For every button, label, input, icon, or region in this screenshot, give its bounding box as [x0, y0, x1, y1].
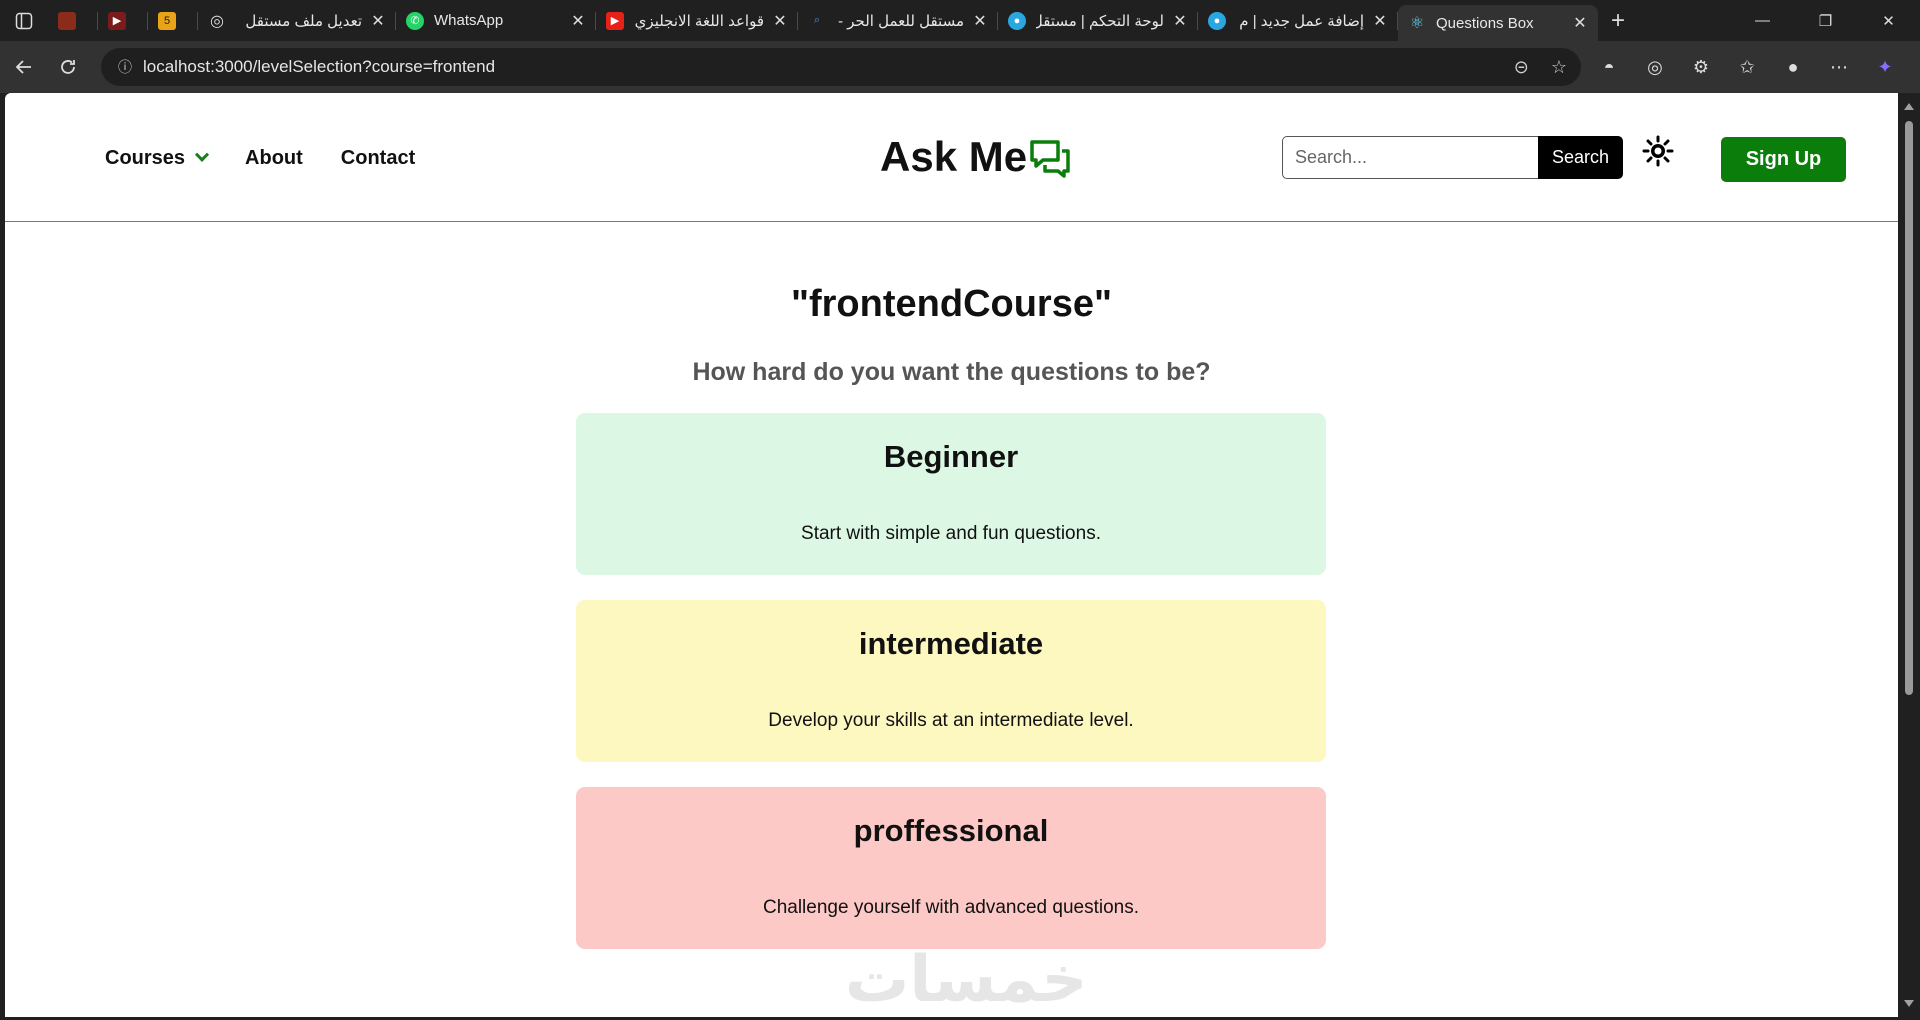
page-viewport: Courses About Contact Ask Me Search... S…: [5, 93, 1898, 1017]
browser-tab-strip: ▶ 5 ◎ تعديل ملف مستقل ✕ ✆ WhatsApp ✕ ▶ ق…: [0, 0, 1920, 41]
tab-close-icon[interactable]: ✕: [370, 11, 386, 31]
search-input[interactable]: [1282, 136, 1538, 179]
tab-close-icon[interactable]: ✕: [772, 11, 788, 31]
tab-1[interactable]: [48, 0, 98, 41]
target-extension-icon[interactable]: ◎: [1641, 57, 1669, 78]
minimize-icon[interactable]: —: [1731, 0, 1794, 41]
tab-9[interactable]: ● إضافة عمل جديد | م ✕: [1198, 0, 1398, 41]
favorite-star-icon[interactable]: ☆: [1551, 57, 1567, 78]
search-button[interactable]: Search: [1538, 136, 1623, 179]
tab-close-icon[interactable]: ✕: [972, 11, 988, 31]
tab-label: إضافة عمل جديد | م: [1239, 12, 1364, 30]
copilot-icon[interactable]: ✦: [1871, 57, 1899, 78]
tab-6[interactable]: ▶ قواعد اللغة الانجليزي ✕: [596, 0, 798, 41]
tab-3[interactable]: 5: [148, 0, 198, 41]
tab-close-icon[interactable]: ✕: [570, 11, 586, 31]
main-nav: Courses About Contact: [105, 147, 453, 170]
nav-contact-link[interactable]: Contact: [341, 147, 415, 170]
site-header: Courses About Contact Ask Me Search... S…: [5, 93, 1898, 222]
mostaql-icon: ●: [1008, 11, 1026, 30]
nav-courses-label: Courses: [105, 147, 186, 169]
back-icon[interactable]: [2, 47, 46, 87]
tab-7[interactable]: ⌕ مستقل للعمل الحر - ✕: [798, 0, 998, 41]
level-description: Challenge yourself with advanced questio…: [762, 897, 1139, 918]
course-title: "frontendCourse": [790, 283, 1113, 325]
tab-5[interactable]: ✆ WhatsApp ✕: [396, 0, 596, 41]
address-bar[interactable]: ⓘ localhost:3000/levelSelection?course=f…: [101, 48, 1581, 86]
tab-label: تعديل ملف مستقل: [245, 12, 362, 30]
scrollbar-thumb[interactable]: [1905, 121, 1913, 695]
level-card-professional[interactable]: proffessional Challenge yourself with ad…: [576, 787, 1326, 949]
page-scrollbar[interactable]: [1898, 93, 1920, 1017]
tab-2[interactable]: ▶: [98, 0, 148, 41]
chat-bubbles-icon: [1030, 140, 1070, 178]
reload-icon[interactable]: [46, 47, 90, 87]
browser-toolbar: ⓘ localhost:3000/levelSelection?course=f…: [0, 41, 1920, 93]
tab-label: قواعد اللغة الانجليزي: [634, 12, 764, 30]
tab-favicon-icon: [58, 11, 76, 30]
nav-courses-dropdown[interactable]: Courses: [105, 147, 210, 170]
sidebar-toggle-icon[interactable]: [0, 0, 48, 41]
close-window-icon[interactable]: ✕: [1857, 0, 1920, 41]
nav-about-link[interactable]: About: [245, 147, 303, 170]
reading-mode-icon[interactable]: ⊝: [1514, 57, 1529, 78]
level-title: Beginner: [883, 439, 1019, 474]
tab-label: مستقل للعمل الحر -: [838, 12, 964, 30]
chatgpt-icon: ◎: [210, 12, 224, 30]
scroll-down-icon[interactable]: [1904, 1000, 1914, 1007]
level-description: Start with simple and fun questions.: [801, 523, 1101, 544]
level-card-beginner[interactable]: Beginner Start with simple and fun quest…: [576, 413, 1326, 575]
mostaql-icon: ●: [1208, 11, 1226, 30]
logo-text: Ask Me: [880, 133, 1028, 180]
react-icon: ⚛: [1409, 15, 1425, 32]
level-description: Develop your skills at an intermediate l…: [768, 710, 1134, 731]
tab-label: WhatsApp: [434, 12, 504, 29]
tab-active[interactable]: ⚛ Questions Box ✕: [1398, 5, 1598, 41]
new-tab-icon[interactable]: +: [1598, 0, 1638, 41]
chevron-down-icon: [194, 147, 210, 162]
level-card-intermediate[interactable]: intermediate Develop your skills at an i…: [576, 600, 1326, 762]
level-title: proffessional: [853, 813, 1049, 848]
youtube-icon: ▶: [108, 11, 126, 30]
search-icon: ⌕: [813, 14, 821, 26]
youtube-icon: ▶: [606, 11, 624, 30]
tab-close-icon[interactable]: ✕: [1172, 11, 1188, 31]
site-info-icon[interactable]: ⓘ: [107, 57, 143, 77]
tab-label: Questions Box: [1436, 14, 1534, 32]
profile-avatar-icon[interactable]: ●: [1779, 57, 1807, 78]
tab-favicon-icon: 5: [158, 11, 176, 30]
more-menu-icon[interactable]: ⋯: [1825, 57, 1853, 78]
tab-4[interactable]: ◎ تعديل ملف مستقل ✕: [198, 0, 396, 41]
restore-icon[interactable]: ❐: [1794, 0, 1857, 41]
extensions-icon[interactable]: ⚙: [1687, 57, 1715, 78]
tab-close-icon[interactable]: ✕: [1372, 11, 1388, 31]
watermark-logo: خمسات: [845, 943, 1089, 1017]
level-title: intermediate: [858, 626, 1044, 661]
pokeball-extension-icon[interactable]: ◓: [1595, 57, 1623, 78]
favorites-icon[interactable]: ✩: [1733, 57, 1761, 78]
difficulty-question: How hard do you want the questions to be…: [692, 358, 1211, 386]
tab-8[interactable]: ● لوحة التحكم | مستقل ✕: [998, 0, 1198, 41]
site-logo[interactable]: Ask Me: [880, 133, 1071, 181]
theme-toggle-sun-icon[interactable]: [1642, 135, 1674, 167]
scroll-up-icon[interactable]: [1904, 103, 1914, 110]
signup-button[interactable]: Sign Up: [1721, 137, 1846, 182]
tab-label: لوحة التحكم | مستقل: [1036, 12, 1164, 30]
whatsapp-icon: ✆: [406, 11, 424, 30]
url-text: localhost:3000/levelSelection?course=fro…: [143, 57, 496, 76]
tab-close-icon[interactable]: ✕: [1572, 13, 1588, 33]
search-form: Search: [1282, 136, 1623, 179]
